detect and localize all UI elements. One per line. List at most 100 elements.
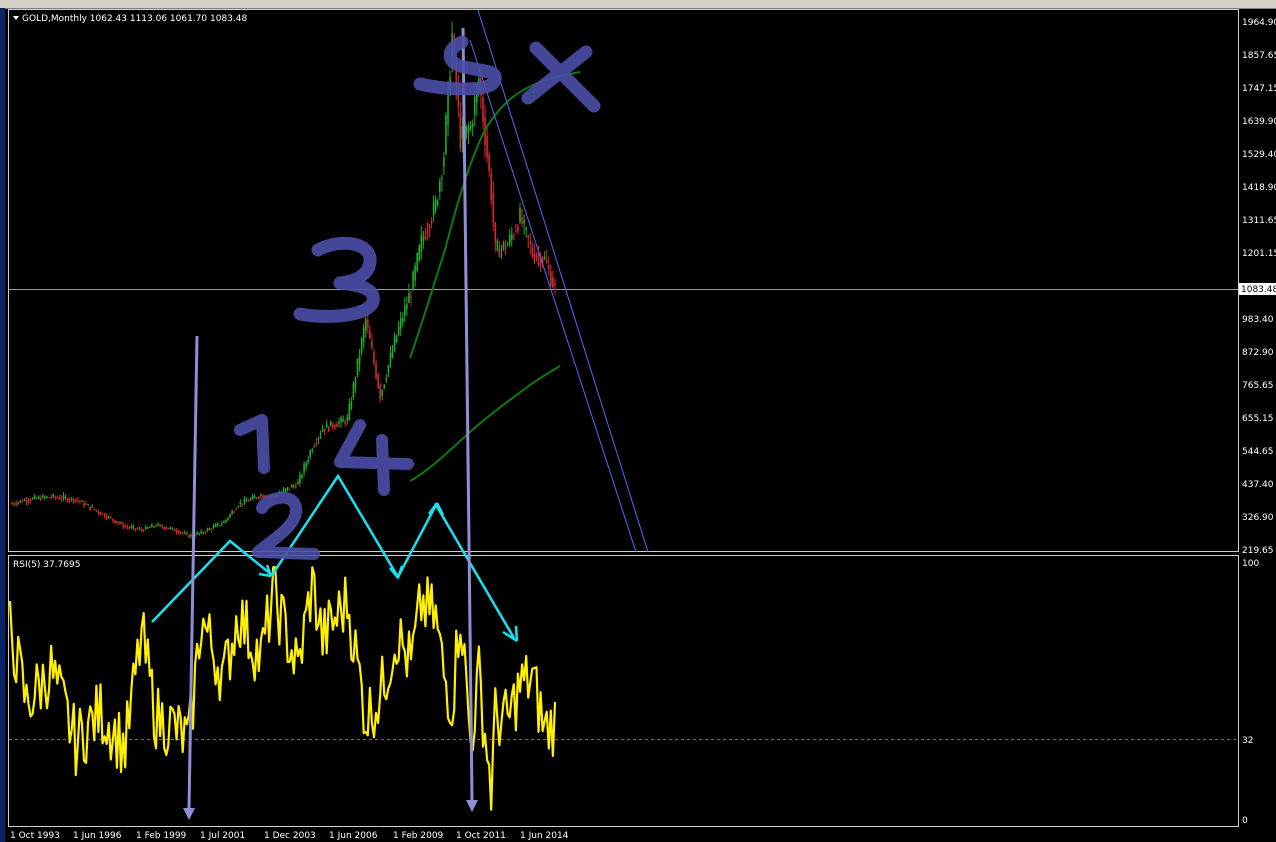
candle-body [237, 506, 240, 508]
time-tick: 1 Oct 2011 [456, 831, 506, 841]
candle-body [290, 485, 293, 488]
candle-body [369, 330, 371, 339]
candle-body [377, 373, 379, 388]
candle-body [31, 497, 34, 500]
candle-body [412, 272, 414, 291]
price-tick: 1857.65 [1242, 51, 1276, 61]
candle-body [381, 389, 384, 396]
candle-body [122, 524, 124, 528]
candle-body [245, 500, 248, 502]
candle-body [284, 488, 287, 492]
candle-body [467, 127, 470, 132]
candle-body [233, 511, 235, 513]
candle-body [292, 485, 295, 487]
candle-body [202, 532, 205, 534]
arrowhead-icon [427, 502, 445, 516]
candle-body [149, 527, 151, 529]
candle-body [323, 428, 326, 432]
price-tick: 219.65 [1242, 546, 1274, 556]
candle-body [352, 383, 355, 398]
time-axis: 1 Oct 1993 1 Jun 1996 1 Feb 1999 1 Jul 2… [10, 831, 569, 841]
gold-monthly-chart[interactable]: GOLD,Monthly 1062.43 1113.06 1061.70 108… [0, 0, 1276, 842]
trend-line [477, 9, 649, 553]
candle-body [486, 135, 488, 158]
dropdown-triangle-icon[interactable] [13, 16, 19, 20]
candle-body [169, 527, 172, 529]
candle-body [517, 226, 519, 232]
candle-body [441, 177, 443, 180]
candle-body [171, 527, 174, 529]
time-tick: 1 Jun 1996 [73, 831, 122, 841]
candle-body [545, 259, 548, 263]
candle-body [136, 528, 139, 530]
price-tick: 1964.90 [1242, 18, 1276, 28]
candle-body [426, 231, 429, 234]
candle-body [340, 417, 342, 423]
candle-body [249, 498, 252, 501]
time-tick: 1 Dec 2003 [264, 831, 316, 841]
price-tick: 1639.90 [1242, 117, 1276, 127]
candle-body [42, 495, 44, 498]
candle-body [490, 173, 493, 200]
rsi-tick: 100 [1242, 559, 1259, 569]
candle-body [58, 497, 61, 500]
candle-body [221, 523, 223, 525]
price-tick: 872.90 [1242, 348, 1274, 358]
candle-body [161, 526, 163, 528]
candle-body [404, 305, 406, 316]
candle-body [218, 525, 221, 527]
price-tick: 544.65 [1242, 447, 1274, 457]
candle-body [239, 502, 242, 505]
candle-body [321, 429, 324, 433]
candle-body [132, 526, 135, 528]
time-tick: 1 Oct 1993 [10, 831, 60, 841]
candle-body [103, 514, 106, 518]
candle-body [120, 522, 122, 524]
candle-body [97, 510, 100, 514]
candle-body [416, 253, 418, 271]
candle-body [362, 328, 365, 342]
candle-body [146, 527, 149, 529]
price-panel-frame [8, 9, 1239, 552]
candle-body [247, 500, 250, 502]
candle-body [85, 504, 87, 506]
candle-body [229, 514, 231, 517]
time-tick: 1 Jun 2014 [520, 831, 569, 841]
candle-body [62, 495, 65, 498]
candle-body [241, 503, 244, 505]
candle-body [167, 527, 170, 530]
candle-body [179, 531, 182, 534]
rsi-header: RSI(5) 37.7695 [13, 560, 80, 570]
current-price-tag: 1083.48 [1241, 285, 1276, 295]
candle-body [360, 338, 363, 353]
price-tick: 1529.40 [1242, 150, 1276, 160]
candle-body [81, 500, 83, 502]
candle-body [128, 527, 131, 529]
candle-body [208, 528, 211, 531]
candle-body [46, 496, 48, 498]
candle-body [255, 497, 258, 499]
candle-body [142, 529, 145, 532]
candle-body [75, 499, 77, 501]
candle-body [373, 352, 375, 364]
candle-body [35, 498, 38, 500]
candle-body [356, 358, 359, 376]
candle-body [56, 497, 59, 499]
candle-body [443, 157, 445, 167]
price-tick: 326.90 [1242, 513, 1274, 523]
candle-body [21, 501, 24, 503]
candle-body [99, 511, 102, 515]
candle-body [550, 271, 552, 286]
candle-body [414, 265, 416, 281]
candle-body [488, 154, 490, 172]
candle-body [537, 255, 540, 257]
candle-body [391, 349, 394, 358]
candle-body [72, 499, 75, 503]
candle-body [338, 421, 340, 424]
candle-body [428, 226, 431, 231]
candle-body [342, 419, 344, 422]
candle-body [214, 524, 217, 528]
candle-body [258, 496, 260, 499]
candle-body [68, 498, 71, 501]
candle-body [288, 488, 291, 490]
